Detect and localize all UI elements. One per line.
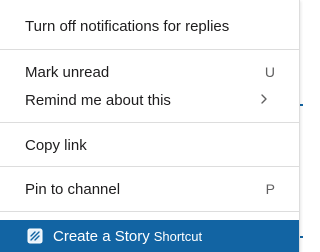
turn-off-notifications-item[interactable]: Turn off notifications for replies xyxy=(0,12,299,40)
chevron-right-icon xyxy=(261,94,267,104)
copy-link-label: Copy link xyxy=(25,136,87,154)
mark-unread-label: Mark unread xyxy=(25,63,110,81)
story-shortcut-icon xyxy=(27,228,43,244)
create-story-label: Create a Story xyxy=(53,227,150,245)
menu-divider xyxy=(0,122,299,123)
screen: Turn off notifications for replies Mark … xyxy=(0,0,303,252)
mark-unread-item[interactable]: Mark unread U xyxy=(0,58,299,86)
pin-to-channel-item[interactable]: Pin to channel P xyxy=(0,175,299,203)
menu-divider xyxy=(0,49,299,50)
create-story-shortcut-hint: Shortcut xyxy=(153,229,203,244)
background-link-fragment xyxy=(300,236,303,238)
copy-link-item[interactable]: Copy link xyxy=(0,131,299,159)
remind-me-label: Remind me about this xyxy=(25,91,171,109)
pin-to-channel-label: Pin to channel xyxy=(25,180,121,198)
menu-divider xyxy=(0,166,299,167)
mark-unread-shortcut: U xyxy=(264,64,275,80)
pin-to-channel-shortcut: P xyxy=(265,181,275,197)
turn-off-notifications-label: Turn off notifications for replies xyxy=(25,17,230,35)
remind-me-item[interactable]: Remind me about this xyxy=(0,86,299,114)
menu-divider xyxy=(0,211,299,212)
create-story-shortcut-item[interactable]: Create a Story Shortcut xyxy=(0,220,299,252)
message-actions-menu: Turn off notifications for replies Mark … xyxy=(0,0,300,252)
background-link-fragment xyxy=(300,104,303,106)
